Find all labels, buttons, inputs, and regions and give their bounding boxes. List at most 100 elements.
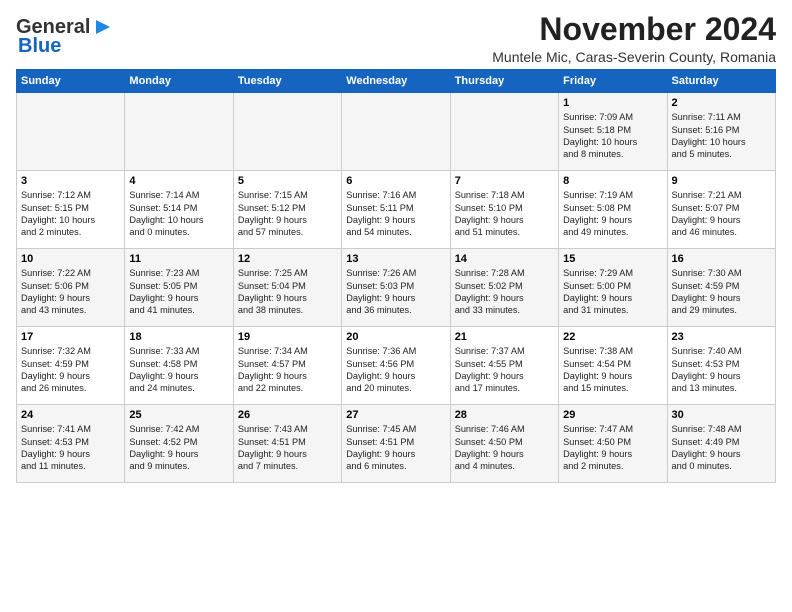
day-info: Sunrise: 7:21 AM Sunset: 5:07 PM Dayligh…	[672, 189, 771, 239]
day-number: 19	[238, 331, 337, 343]
cell-4-3: 27 Sunrise: 7:45 AM Sunset: 4:51 PM Dayli…	[342, 405, 450, 483]
cell-4-2: 26 Sunrise: 7:43 AM Sunset: 4:51 PM Dayli…	[233, 405, 341, 483]
day-number: 21	[455, 331, 554, 343]
day-number: 16	[672, 253, 771, 265]
day-info: Sunrise: 7:19 AM Sunset: 5:08 PM Dayligh…	[563, 189, 662, 239]
day-number: 9	[672, 175, 771, 187]
day-number: 28	[455, 409, 554, 421]
day-number: 11	[129, 253, 228, 265]
day-number: 4	[129, 175, 228, 187]
cell-1-1: 4Sunrise: 7:14 AM Sunset: 5:14 PM Daylig…	[125, 171, 233, 249]
day-info: Sunrise: 7:48 AM Sunset: 4:49 PM Dayligh…	[672, 423, 771, 473]
day-info: Sunrise: 7:30 AM Sunset: 4:59 PM Dayligh…	[672, 267, 771, 317]
cell-2-4: 14Sunrise: 7:28 AM Sunset: 5:02 PM Dayli…	[450, 249, 558, 327]
calendar-table: Sunday Monday Tuesday Wednesday Thursday…	[16, 69, 776, 483]
week-row-1: 1 Sunrise: 7:09 AM Sunset: 5:18 PM Daylig…	[17, 93, 776, 171]
day-number: 20	[346, 331, 445, 343]
day-number: 8	[563, 175, 662, 187]
cell-2-1: 11 Sunrise: 7:23 AM Sunset: 5:05 PM Dayli…	[125, 249, 233, 327]
day-number: 10	[21, 253, 120, 265]
day-number: 26	[238, 409, 337, 421]
header-tuesday: Tuesday	[233, 70, 341, 93]
cell-3-2: 19 Sunrise: 7:34 AM Sunset: 4:57 PM Dayli…	[233, 327, 341, 405]
day-number: 25	[129, 409, 228, 421]
month-title: November 2024	[492, 12, 776, 47]
day-info: Sunrise: 7:47 AM Sunset: 4:50 PM Dayligh…	[563, 423, 662, 473]
week-row-2: 3 Sunrise: 7:12 AM Sunset: 5:15 PM Daylig…	[17, 171, 776, 249]
day-info: Sunrise: 7:41 AM Sunset: 4:53 PM Dayligh…	[21, 423, 120, 473]
day-info: Sunrise: 7:43 AM Sunset: 4:51 PM Dayligh…	[238, 423, 337, 473]
cell-3-0: 17Sunrise: 7:32 AM Sunset: 4:59 PM Dayli…	[17, 327, 125, 405]
day-info: Sunrise: 7:46 AM Sunset: 4:50 PM Dayligh…	[455, 423, 554, 473]
cell-1-5: 8 Sunrise: 7:19 AM Sunset: 5:08 PM Daylig…	[559, 171, 667, 249]
day-info: Sunrise: 7:16 AM Sunset: 5:11 PM Dayligh…	[346, 189, 445, 239]
location-subtitle: Muntele Mic, Caras-Severin County, Roman…	[492, 49, 776, 65]
day-info: Sunrise: 7:09 AM Sunset: 5:18 PM Dayligh…	[563, 111, 662, 161]
cell-2-3: 13 Sunrise: 7:26 AM Sunset: 5:03 PM Dayli…	[342, 249, 450, 327]
day-number: 18	[129, 331, 228, 343]
cell-4-0: 24Sunrise: 7:41 AM Sunset: 4:53 PM Dayli…	[17, 405, 125, 483]
day-info: Sunrise: 7:15 AM Sunset: 5:12 PM Dayligh…	[238, 189, 337, 239]
day-number: 29	[563, 409, 662, 421]
cell-3-3: 20Sunrise: 7:36 AM Sunset: 4:56 PM Dayli…	[342, 327, 450, 405]
cell-0-1	[125, 93, 233, 171]
day-number: 3	[21, 175, 120, 187]
logo-blue: Blue	[18, 35, 61, 58]
day-number: 15	[563, 253, 662, 265]
title-block: November 2024 Muntele Mic, Caras-Severin…	[492, 12, 776, 65]
cell-0-5: 1 Sunrise: 7:09 AM Sunset: 5:18 PM Daylig…	[559, 93, 667, 171]
day-number: 23	[672, 331, 771, 343]
cell-4-1: 25 Sunrise: 7:42 AM Sunset: 4:52 PM Dayli…	[125, 405, 233, 483]
cell-2-6: 16 Sunrise: 7:30 AM Sunset: 4:59 PM Dayli…	[667, 249, 775, 327]
page: General Blue November 2024 Muntele Mic, …	[0, 0, 792, 491]
day-info: Sunrise: 7:28 AM Sunset: 5:02 PM Dayligh…	[455, 267, 554, 317]
cell-0-6: 2Sunrise: 7:11 AM Sunset: 5:16 PM Daylig…	[667, 93, 775, 171]
day-info: Sunrise: 7:40 AM Sunset: 4:53 PM Dayligh…	[672, 345, 771, 395]
day-number: 13	[346, 253, 445, 265]
cell-2-5: 15 Sunrise: 7:29 AM Sunset: 5:00 PM Dayli…	[559, 249, 667, 327]
header-wednesday: Wednesday	[342, 70, 450, 93]
day-number: 7	[455, 175, 554, 187]
day-number: 27	[346, 409, 445, 421]
day-info: Sunrise: 7:23 AM Sunset: 5:05 PM Dayligh…	[129, 267, 228, 317]
week-row-3: 10 Sunrise: 7:22 AM Sunset: 5:06 PM Dayli…	[17, 249, 776, 327]
cell-3-5: 22Sunrise: 7:38 AM Sunset: 4:54 PM Dayli…	[559, 327, 667, 405]
cell-1-3: 6 Sunrise: 7:16 AM Sunset: 5:11 PM Daylig…	[342, 171, 450, 249]
cell-0-3	[342, 93, 450, 171]
logo: General Blue	[16, 16, 114, 58]
week-row-4: 17Sunrise: 7:32 AM Sunset: 4:59 PM Dayli…	[17, 327, 776, 405]
day-info: Sunrise: 7:29 AM Sunset: 5:00 PM Dayligh…	[563, 267, 662, 317]
header-thursday: Thursday	[450, 70, 558, 93]
cell-1-2: 5 Sunrise: 7:15 AM Sunset: 5:12 PM Daylig…	[233, 171, 341, 249]
cell-3-1: 18Sunrise: 7:33 AM Sunset: 4:58 PM Dayli…	[125, 327, 233, 405]
day-info: Sunrise: 7:18 AM Sunset: 5:10 PM Dayligh…	[455, 189, 554, 239]
logo-icon	[92, 16, 114, 38]
day-number: 1	[563, 97, 662, 109]
cell-2-0: 10 Sunrise: 7:22 AM Sunset: 5:06 PM Dayli…	[17, 249, 125, 327]
day-info: Sunrise: 7:42 AM Sunset: 4:52 PM Dayligh…	[129, 423, 228, 473]
cell-0-4	[450, 93, 558, 171]
cell-3-6: 23 Sunrise: 7:40 AM Sunset: 4:53 PM Dayli…	[667, 327, 775, 405]
day-info: Sunrise: 7:37 AM Sunset: 4:55 PM Dayligh…	[455, 345, 554, 395]
day-info: Sunrise: 7:34 AM Sunset: 4:57 PM Dayligh…	[238, 345, 337, 395]
cell-4-5: 29 Sunrise: 7:47 AM Sunset: 4:50 PM Dayli…	[559, 405, 667, 483]
cell-1-6: 9 Sunrise: 7:21 AM Sunset: 5:07 PM Daylig…	[667, 171, 775, 249]
cell-0-2	[233, 93, 341, 171]
day-info: Sunrise: 7:45 AM Sunset: 4:51 PM Dayligh…	[346, 423, 445, 473]
day-number: 12	[238, 253, 337, 265]
header: General Blue November 2024 Muntele Mic, …	[16, 12, 776, 65]
day-number: 5	[238, 175, 337, 187]
day-info: Sunrise: 7:22 AM Sunset: 5:06 PM Dayligh…	[21, 267, 120, 317]
header-saturday: Saturday	[667, 70, 775, 93]
header-sunday: Sunday	[17, 70, 125, 93]
cell-4-6: 30 Sunrise: 7:48 AM Sunset: 4:49 PM Dayli…	[667, 405, 775, 483]
cell-4-4: 28 Sunrise: 7:46 AM Sunset: 4:50 PM Dayli…	[450, 405, 558, 483]
day-info: Sunrise: 7:12 AM Sunset: 5:15 PM Dayligh…	[21, 189, 120, 239]
day-number: 30	[672, 409, 771, 421]
day-number: 6	[346, 175, 445, 187]
cell-1-4: 7 Sunrise: 7:18 AM Sunset: 5:10 PM Daylig…	[450, 171, 558, 249]
header-friday: Friday	[559, 70, 667, 93]
cell-3-4: 21 Sunrise: 7:37 AM Sunset: 4:55 PM Dayli…	[450, 327, 558, 405]
day-info: Sunrise: 7:26 AM Sunset: 5:03 PM Dayligh…	[346, 267, 445, 317]
day-info: Sunrise: 7:11 AM Sunset: 5:16 PM Dayligh…	[672, 111, 771, 161]
